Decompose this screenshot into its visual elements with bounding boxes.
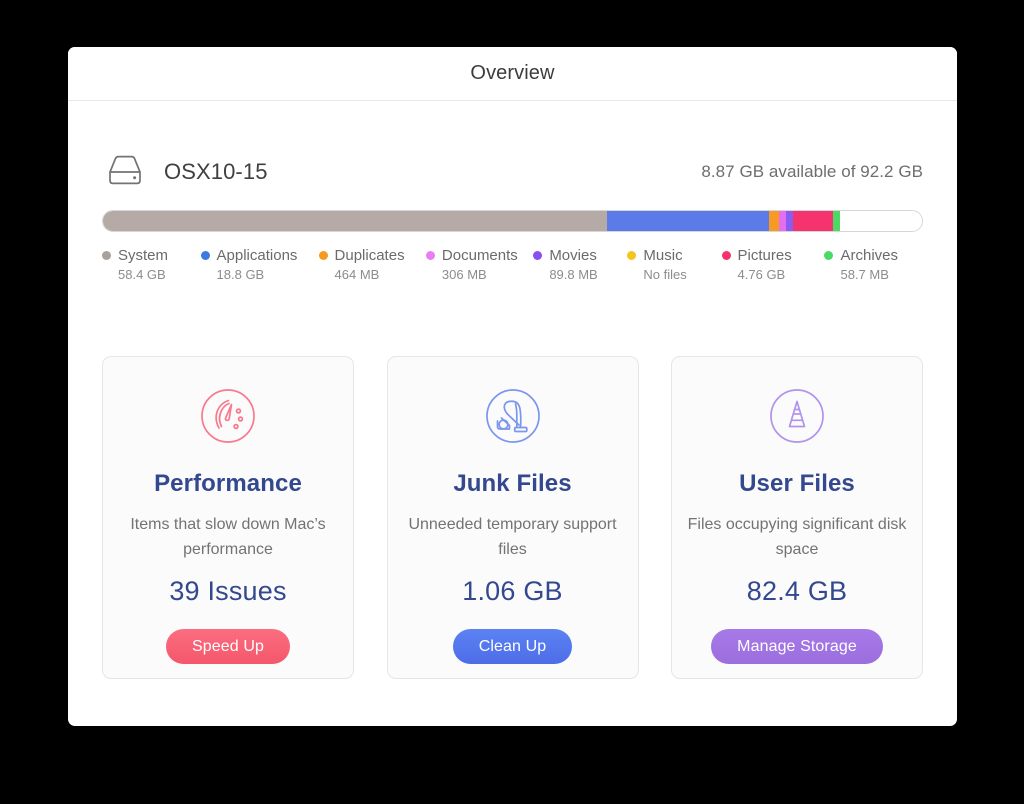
legend-value: 18.8 GB	[217, 267, 309, 282]
legend-item-header: Documents	[426, 247, 523, 264]
drive-identity: OSX10-15	[102, 153, 268, 191]
legend-label: Music	[643, 247, 682, 264]
legend-item-duplicates[interactable]: Duplicates 464 MB	[319, 247, 426, 282]
legend-item-header: Applications	[201, 247, 309, 264]
legend-color-dot-icon	[627, 251, 636, 260]
legend-label: Movies	[549, 247, 597, 264]
card-metric: 82.4 GB	[747, 576, 847, 607]
legend-label: Documents	[442, 247, 518, 264]
card-title: User Files	[739, 470, 855, 498]
pyramid-icon	[766, 385, 828, 447]
legend-item-header: System	[102, 247, 191, 264]
feature-cards: Performance Items that slow down Mac’s pe…	[102, 356, 923, 679]
legend-color-dot-icon	[722, 251, 731, 260]
drive-summary-row: OSX10-15 8.87 GB available of 92.2 GB	[102, 140, 923, 204]
card-metric: 1.06 GB	[462, 576, 562, 607]
legend-color-dot-icon	[102, 251, 111, 260]
drive-available-space: 8.87 GB available of 92.2 GB	[701, 162, 923, 182]
application-window: Overview OSX10-15 8.87 GB available of 9…	[68, 47, 957, 726]
legend-value: No files	[643, 267, 711, 282]
storage-segment-documents	[779, 211, 786, 231]
legend-item-header: Duplicates	[319, 247, 416, 264]
legend-item-archives[interactable]: Archives 58.7 MB	[824, 247, 923, 282]
legend-label: Pictures	[738, 247, 792, 264]
legend-item-pictures[interactable]: Pictures 4.76 GB	[722, 247, 825, 282]
storage-segment-movies	[786, 211, 793, 231]
legend-color-dot-icon	[319, 251, 328, 260]
card-performance: Performance Items that slow down Mac’s pe…	[102, 356, 354, 679]
hard-drive-icon	[102, 153, 148, 191]
drive-name: OSX10-15	[164, 159, 268, 185]
storage-segment-pictures	[793, 211, 833, 231]
speed-up-button[interactable]: Speed Up	[166, 629, 290, 664]
legend-value: 306 MB	[442, 267, 523, 282]
storage-segment-free	[840, 211, 921, 231]
card-description: Unneeded temporary support files	[400, 512, 625, 562]
legend-item-header: Music	[627, 247, 711, 264]
legend-label: Applications	[217, 247, 298, 264]
title-bar: Overview	[68, 47, 957, 101]
legend-label: System	[118, 247, 168, 264]
card-user-files: User Files Files occupying significant di…	[671, 356, 923, 679]
legend-color-dot-icon	[533, 251, 542, 260]
legend-value: 89.8 MB	[549, 267, 617, 282]
page-title: Overview	[470, 62, 554, 85]
storage-segment-archives	[833, 211, 841, 231]
legend-color-dot-icon	[824, 251, 833, 260]
legend-item-system[interactable]: System 58.4 GB	[102, 247, 201, 282]
card-junk-files: Junk Files Unneeded temporary support fil…	[387, 356, 639, 679]
legend-item-header: Movies	[533, 247, 617, 264]
card-metric: 39 Issues	[169, 576, 286, 607]
legend-item-documents[interactable]: Documents 306 MB	[426, 247, 533, 282]
legend-item-music[interactable]: Music No files	[627, 247, 721, 282]
card-description: Items that slow down Mac’s performance	[116, 512, 341, 562]
card-title: Performance	[154, 470, 302, 498]
clean-up-button[interactable]: Clean Up	[453, 629, 573, 664]
vacuum-cleaner-icon	[482, 385, 544, 447]
legend-item-header: Archives	[824, 247, 913, 264]
legend-label: Archives	[840, 247, 898, 264]
speedometer-icon	[197, 385, 259, 447]
legend-label: Duplicates	[335, 247, 405, 264]
legend-value: 58.7 MB	[840, 267, 913, 282]
legend-item-movies[interactable]: Movies 89.8 MB	[533, 247, 627, 282]
legend-value: 58.4 GB	[118, 267, 191, 282]
legend-item-header: Pictures	[722, 247, 815, 264]
content-area: OSX10-15 8.87 GB available of 92.2 GB Sy…	[68, 140, 957, 679]
storage-segment-system	[103, 211, 607, 231]
storage-segment-duplicates	[769, 211, 779, 231]
legend-color-dot-icon	[426, 251, 435, 260]
storage-legend: System 58.4 GB Applications 18.8 GB Duplicat…	[102, 247, 923, 282]
storage-segment-applications	[607, 211, 769, 231]
manage-storage-button[interactable]: Manage Storage	[711, 629, 883, 664]
legend-value: 4.76 GB	[738, 267, 815, 282]
card-title: Junk Files	[453, 470, 571, 498]
storage-usage-bar	[102, 210, 923, 232]
legend-item-applications[interactable]: Applications 18.8 GB	[201, 247, 319, 282]
legend-color-dot-icon	[201, 251, 210, 260]
legend-value: 464 MB	[335, 267, 416, 282]
card-description: Files occupying significant disk space	[685, 512, 910, 562]
